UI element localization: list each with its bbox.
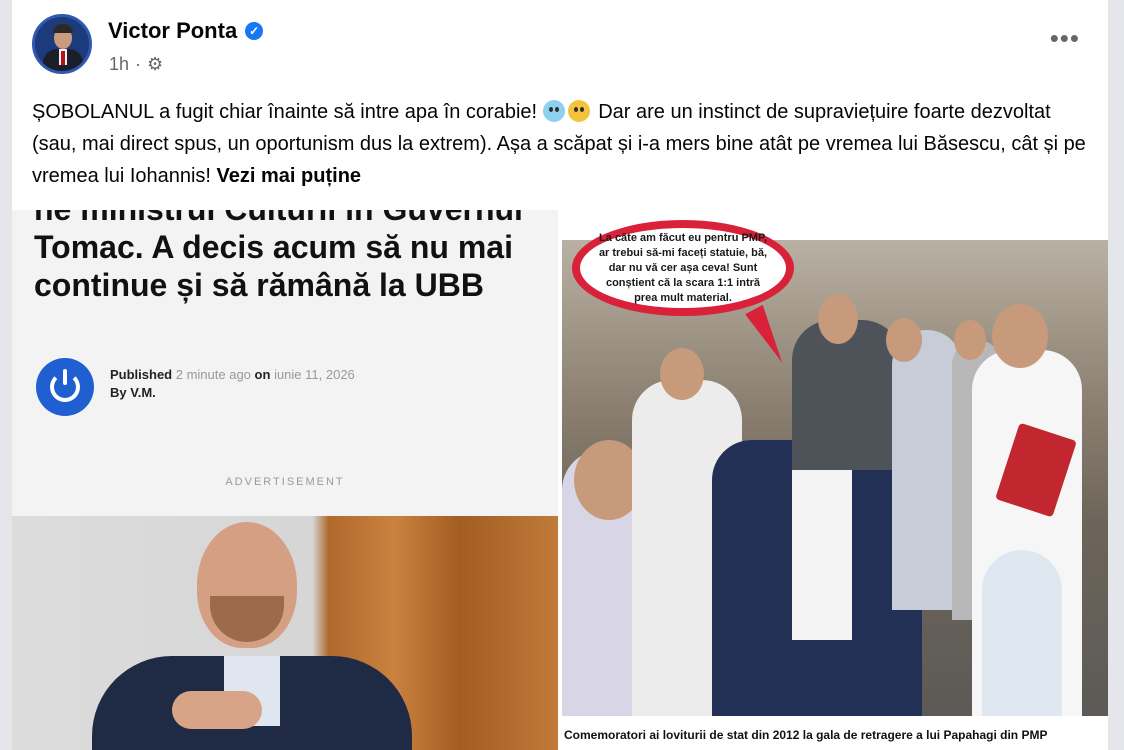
author-name-link[interactable]: Victor Ponta: [108, 18, 237, 44]
article-headline: ne ministrul Culturii în Guvernul Tomac.…: [34, 210, 523, 303]
author-avatar[interactable]: [32, 14, 92, 74]
published-label: Published: [110, 367, 173, 382]
post-text-part-1: ȘOBOLANUL a fugit chiar înainte să intre…: [32, 101, 538, 123]
article-byline: Published 2 minute ago on iunie 11, 2026…: [110, 366, 355, 402]
gear-icon: ⚙: [147, 54, 164, 74]
speaker-photo: [12, 516, 558, 750]
published-date: iunie 11, 2026: [274, 367, 355, 382]
publisher-logo-icon: [36, 358, 94, 416]
screaming-face-emoji-icon: [567, 100, 590, 122]
article-screenshot-image[interactable]: ne ministrul Culturii în Guvernul Tomac.…: [12, 210, 558, 750]
cold-face-emoji-icon: [542, 100, 565, 122]
published-ago: 2 minute ago: [175, 367, 251, 382]
see-less-button[interactable]: Vezi mai puține: [217, 165, 361, 187]
post-card: Victor Ponta ✓ 1h · ⚙ ••• ȘOBOLANUL a fu…: [12, 0, 1108, 750]
post-timestamp[interactable]: 1h: [109, 54, 129, 75]
advertisement-label: ADVERTISEMENT: [225, 476, 345, 488]
newspaper-clipping-image[interactable]: La câte am făcut eu pentru PMP, ar trebu…: [562, 210, 1108, 750]
post-text: ȘOBOLANUL a fugit chiar înainte să intre…: [32, 96, 1092, 192]
more-options-button[interactable]: •••: [1050, 25, 1080, 51]
photo-caption: Comemoratori ai loviturii de stat din 20…: [562, 720, 1108, 750]
post-author: Victor Ponta ✓: [108, 18, 264, 44]
verified-badge-icon: ✓: [245, 22, 264, 40]
post-meta: 1h · ⚙: [109, 54, 164, 75]
author-byline: By V.M.: [110, 385, 156, 400]
on-label: on: [254, 367, 271, 382]
speech-bubble: La câte am făcut eu pentru PMP, ar trebu…: [572, 220, 794, 316]
post-media[interactable]: ne ministrul Culturii în Guvernul Tomac.…: [12, 210, 1108, 750]
